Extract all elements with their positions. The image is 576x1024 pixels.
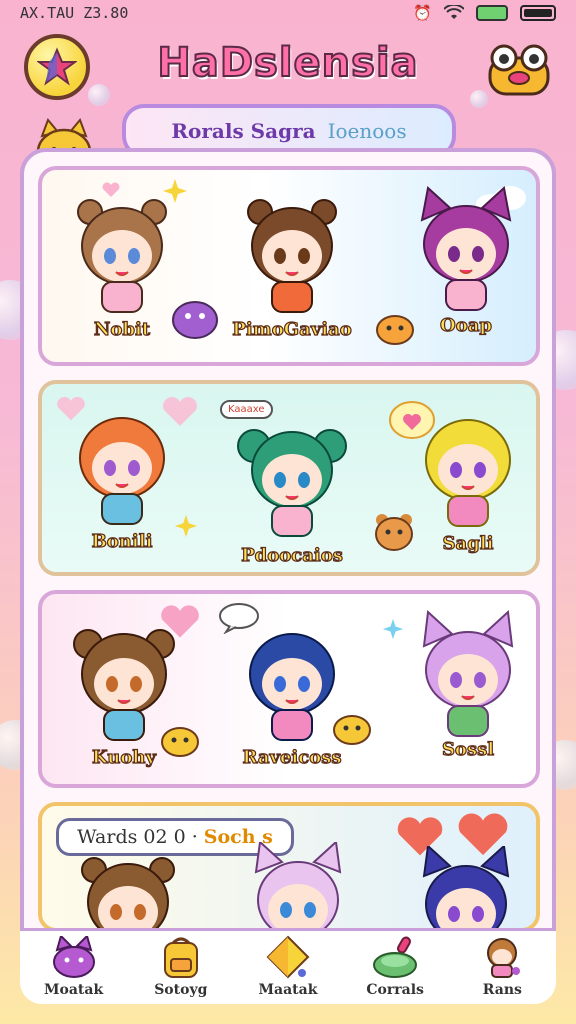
yellow-blob-pet-icon [161, 727, 199, 757]
character-name: Sossl [441, 738, 495, 760]
character-portrait-icon [77, 199, 167, 313]
nav-item-maatak[interactable]: Maatak [240, 934, 336, 998]
character-name: Ooap [439, 314, 492, 336]
character-portrait-icon [422, 846, 510, 928]
character-tile[interactable]: PimoGaviao [232, 188, 352, 348]
nav-label: Maatak [258, 982, 318, 998]
character-tile[interactable] [238, 842, 358, 928]
character-portrait-icon [425, 419, 511, 527]
character-portrait-icon [237, 429, 347, 537]
character-name: Bonili [91, 530, 153, 552]
character-name: Sagli [442, 532, 494, 554]
status-icons: ⏰ [413, 4, 556, 22]
frog-face-icon [488, 44, 550, 96]
character-row-card[interactable]: Kuohy Raveicoss Sossl [38, 590, 540, 788]
star-icon [37, 47, 77, 86]
battery-green-icon [476, 5, 508, 21]
character-name: Kuohy [91, 746, 156, 768]
app-title: HaDslensia [156, 39, 419, 87]
featured-separator: · [191, 826, 198, 848]
nav-item-sotoyg[interactable]: Sotoyg [133, 934, 229, 998]
nav-item-corrals[interactable]: Corrals [347, 934, 443, 998]
star-sparkle-icon [382, 618, 404, 640]
cat-icon [52, 936, 95, 978]
character-portrait-icon [422, 609, 514, 737]
nav-item-rans[interactable]: Rans [454, 934, 550, 998]
nav-item-moatak[interactable]: Moatak [26, 934, 122, 998]
character-tile[interactable]: Ooap [406, 184, 526, 344]
nav-label: Corrals [366, 982, 424, 998]
frog-button[interactable] [486, 40, 552, 96]
character-tile[interactable]: Sossl [408, 608, 528, 768]
character-tile[interactable] [68, 850, 188, 928]
character-portrait-icon [420, 186, 512, 311]
character-portrait-icon [81, 857, 175, 928]
character-icon [487, 938, 521, 978]
bottom-nav: Moatak Sotoyg Maatak Corrals Rans [20, 928, 556, 1004]
character-portrait-icon [247, 199, 337, 313]
character-tile[interactable]: Raveicoss [232, 616, 352, 776]
nav-label: Moatak [44, 982, 104, 998]
controller-icon [373, 936, 418, 978]
status-time: AX.TAU Z3.80 [20, 4, 129, 22]
nav-label: Sotoyg [154, 982, 208, 998]
featured-title-part1: Wards 02 0 [77, 826, 186, 848]
character-tile[interactable] [406, 846, 526, 928]
character-gallery: Nobit PimoGaviao Ooap Kaaaxe Bonili Pdoo… [20, 148, 556, 1004]
yellow-blob-pet-icon [333, 715, 371, 745]
wifi-icon [444, 5, 464, 19]
character-name: PimoGaviao [232, 318, 353, 340]
featured-card[interactable]: Wards 02 0 · Soch s [38, 802, 540, 932]
character-tile[interactable]: Sagli [408, 402, 528, 562]
status-bar: AX.TAU Z3.80 ⏰ [0, 0, 576, 26]
battery-icon [520, 5, 556, 21]
character-row-card[interactable]: Nobit PimoGaviao Ooap [38, 166, 540, 366]
star-button[interactable] [24, 34, 90, 100]
character-name: Raveicoss [242, 746, 342, 768]
header: HaDslensia [0, 34, 576, 104]
purple-blob-pet-icon [172, 301, 218, 339]
alarm-icon: ⏰ [413, 4, 432, 22]
character-portrait-icon [79, 417, 165, 525]
backpack-icon [163, 937, 198, 978]
search-label-secondary: Ioenoos [327, 119, 407, 143]
character-tile[interactable]: Bonili [62, 400, 182, 560]
star-sparkle-icon [174, 514, 198, 538]
character-portrait-icon [254, 842, 342, 928]
character-tile[interactable]: Nobit [62, 188, 182, 348]
character-name: Pdoocaios [241, 544, 344, 566]
character-tile[interactable]: Pdoocaios [232, 414, 352, 572]
gem-icon [266, 935, 310, 979]
character-name: Nobit [93, 318, 151, 340]
nav-label: Rans [482, 982, 522, 998]
search-label-primary: Rorals Sagra [171, 119, 316, 143]
character-row-card[interactable]: Kaaaxe Bonili Pdoocaios Sagli [38, 380, 540, 576]
